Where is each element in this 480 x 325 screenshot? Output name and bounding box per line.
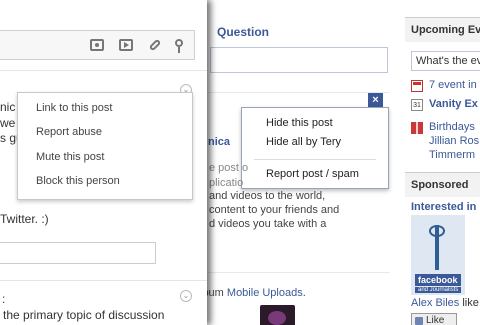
divider <box>205 92 390 93</box>
like-button[interactable]: Like <box>411 313 457 325</box>
post-text-line: the primary topic of discussion <box>3 308 165 322</box>
menu-divider <box>254 159 376 160</box>
question-link[interactable]: Question <box>217 25 269 39</box>
post-meta-line: e post o <box>209 162 249 174</box>
ad-logo-subtext: and Journalists <box>415 287 462 293</box>
upcoming-events-header: Upcoming Ev <box>405 17 480 42</box>
ad-image[interactable]: facebook and Journalists <box>411 215 465 295</box>
hide-post-close-button[interactable]: × <box>368 93 383 108</box>
comment-input[interactable] <box>0 242 156 264</box>
mobile-uploads-link[interactable]: Mobile Uploads <box>227 287 303 299</box>
block-person-item[interactable]: Block this person <box>36 175 120 187</box>
report-post-item[interactable]: Report post / spam <box>266 168 359 180</box>
googleplus-page: ⌄ nic we s gu Link to this post Report a… <box>0 0 207 325</box>
friend-link[interactable]: Alex Biles <box>411 297 459 309</box>
video-icon[interactable] <box>119 39 133 51</box>
report-abuse-item[interactable]: Report abuse <box>36 126 102 138</box>
birthdays-link[interactable]: Birthdays <box>429 121 475 133</box>
post-heading[interactable]: nica <box>208 136 230 148</box>
photo-thumbnail[interactable] <box>260 305 295 325</box>
post-body-line: and videos to the world, <box>209 190 326 202</box>
post-meta-line: plicatio <box>209 177 244 189</box>
hide-post-menu: Hide this post Hide all by Tery Report p… <box>241 107 389 189</box>
facebook-main-column: Question × Hide this post Hide all by Te… <box>205 0 390 325</box>
camera-icon[interactable] <box>90 39 104 51</box>
post-text-fragment: we <box>0 116 16 130</box>
facebook-page: Question × Hide this post Hide all by Te… <box>205 0 480 325</box>
post-text-line: Twitter. :) <box>0 212 49 226</box>
event-link[interactable]: 7 event in <box>429 79 477 91</box>
divider <box>205 272 390 273</box>
friend-likes-line: Alex Biles like <box>411 297 479 309</box>
divider <box>0 280 207 281</box>
birthday-name-link[interactable]: Jillian Ros <box>429 135 479 147</box>
gift-icon <box>411 122 423 134</box>
status-input[interactable] <box>210 47 388 73</box>
post-body-line: content to your friends and <box>209 204 340 216</box>
post-options-menu: Link to this post Report abuse Mute this… <box>17 92 193 200</box>
vanity-event-link[interactable]: Vanity Ex <box>429 98 478 110</box>
ad-logo-text: facebook <box>415 274 461 286</box>
divider <box>0 70 207 71</box>
thumbs-up-icon <box>415 317 423 325</box>
sponsored-header: Sponsored <box>405 172 480 197</box>
album-line: lbum Mobile Uploads. <box>205 287 306 299</box>
calendar-icon: 31 <box>411 99 423 111</box>
link-to-post-item[interactable]: Link to this post <box>36 102 112 114</box>
hide-all-by-user-item[interactable]: Hide all by Tery <box>266 136 341 148</box>
post-body-line: d videos you take with a <box>209 218 327 230</box>
location-pin-icon[interactable] <box>175 39 183 53</box>
facebook-right-sidebar: Upcoming Ev What's the ev 7 event in 31 … <box>405 0 480 325</box>
whats-the-event-input[interactable]: What's the ev <box>411 51 480 71</box>
ad-title-link[interactable]: Interested in <box>411 201 476 213</box>
chevron-down-icon[interactable]: ⌄ <box>180 290 192 302</box>
event-icon <box>411 80 423 92</box>
mute-post-item[interactable]: Mute this post <box>36 151 104 163</box>
birthday-name-link[interactable]: Timmerm <box>429 149 475 161</box>
post-text-fragment: nic <box>0 100 16 114</box>
post-text-fragment: : <box>2 292 6 306</box>
hide-this-post-item[interactable]: Hide this post <box>266 117 333 129</box>
